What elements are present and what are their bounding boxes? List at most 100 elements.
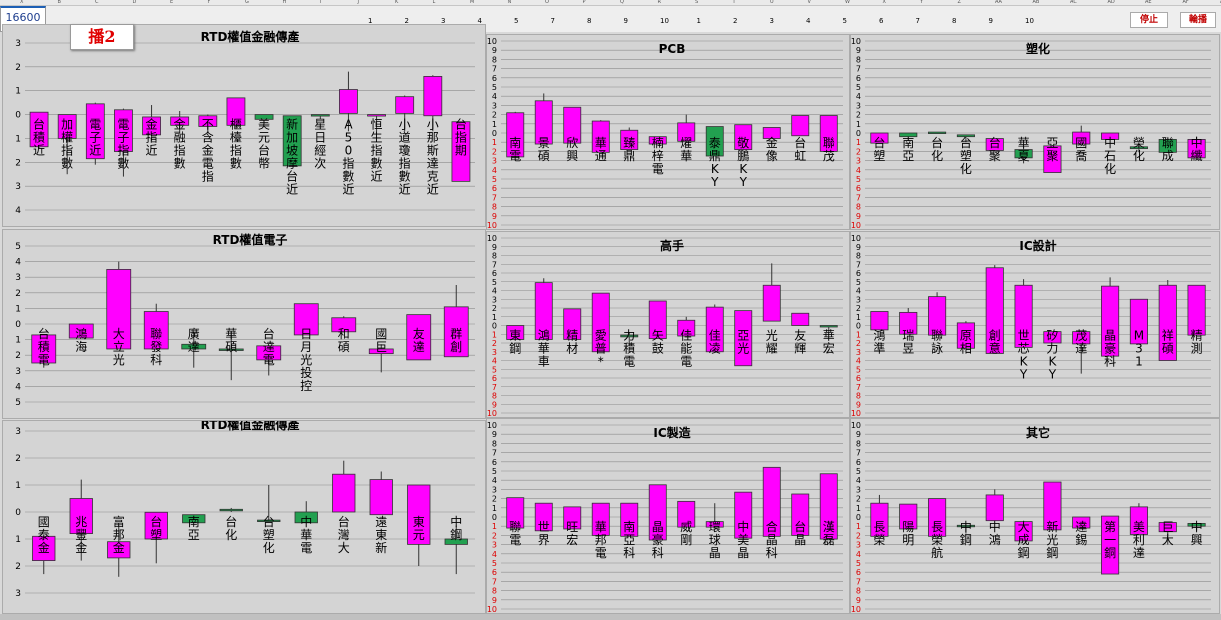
y-tick-label: 5 bbox=[492, 467, 497, 476]
stock-label: 日月光投控 bbox=[300, 327, 312, 393]
stock-label: 亞光 bbox=[737, 329, 749, 356]
y-tick-label: 3 bbox=[492, 348, 497, 357]
y-tick-label: 4 bbox=[492, 550, 497, 559]
column-letter[interactable]: R bbox=[658, 0, 661, 5]
column-letter[interactable]: O bbox=[545, 0, 549, 5]
column-letter[interactable]: N bbox=[508, 0, 512, 5]
stock-label: 兆豐金 bbox=[75, 515, 87, 555]
y-tick-label: 4 bbox=[856, 166, 861, 175]
column-letter[interactable]: I bbox=[320, 0, 321, 5]
stock-label: 祥碩 bbox=[1162, 329, 1174, 356]
stock-label: 合晶科 bbox=[766, 519, 778, 560]
rotate-button[interactable]: 輪播 bbox=[1180, 12, 1216, 28]
stock-label: 台積電 bbox=[38, 326, 50, 367]
column-letter[interactable]: X bbox=[20, 0, 23, 5]
y-tick-label: 1 bbox=[15, 304, 21, 314]
column-letter[interactable]: P bbox=[583, 0, 586, 5]
y-tick-label: 6 bbox=[856, 568, 861, 577]
y-tick-label: 7 bbox=[492, 449, 497, 458]
stock-label: 聯茂 bbox=[823, 136, 835, 163]
stock-label: 遠東新 bbox=[375, 515, 387, 555]
column-letter[interactable]: AF bbox=[1183, 0, 1189, 5]
play-button[interactable]: 播2 bbox=[70, 24, 134, 50]
y-tick-label: 1 bbox=[856, 522, 861, 531]
stock-label: 達錫 bbox=[1075, 520, 1087, 547]
toolbar-tick-number: 3 bbox=[769, 17, 774, 25]
column-letter[interactable]: G bbox=[245, 0, 249, 5]
column-letter[interactable]: AD bbox=[1108, 0, 1115, 5]
y-tick-label: 7 bbox=[856, 449, 861, 458]
y-tick-label: 6 bbox=[856, 374, 861, 383]
chart-title: IC設計 bbox=[1019, 238, 1056, 253]
y-tick-label: 1 bbox=[492, 313, 497, 322]
stock-label: 旺宏 bbox=[566, 520, 578, 547]
y-tick-label: 4 bbox=[856, 92, 861, 101]
column-letter[interactable]: T bbox=[733, 0, 736, 5]
y-tick-label: 1 bbox=[15, 535, 21, 545]
y-tick-label: 7 bbox=[856, 577, 861, 586]
stock-label: 華通 bbox=[595, 136, 607, 163]
toolbar-tick-number: 8 bbox=[587, 17, 592, 25]
column-letter[interactable]: AE bbox=[1145, 0, 1152, 5]
chart-panel-p2: 10 9 8 7 6 5 4 3 2 1 0 1 2 3 4 5 6 7 8 9 10 PCB 南電 景碩 欣興 華通 臻鼎 楠梓電燿… bbox=[486, 34, 850, 230]
y-tick-label: 3 bbox=[856, 348, 861, 357]
candlestick-chart-p2: 10987654321012345678910PCB南電景碩欣興華通臻鼎楠梓電燿… bbox=[487, 37, 843, 229]
y-tick-label: 2 bbox=[492, 531, 497, 540]
column-letter[interactable]: AC bbox=[1070, 0, 1077, 5]
column-letter[interactable]: Q bbox=[620, 0, 624, 5]
column-letter[interactable]: F bbox=[208, 0, 211, 5]
y-tick-label: 1 bbox=[15, 87, 21, 97]
column-letter[interactable]: AA bbox=[995, 0, 1002, 5]
stock-label: 國巨 bbox=[375, 327, 387, 354]
stop-button[interactable]: 停止 bbox=[1130, 12, 1168, 28]
column-letter[interactable]: J bbox=[358, 0, 359, 5]
column-letter[interactable]: B bbox=[58, 0, 61, 5]
y-tick-label: 2 bbox=[15, 158, 21, 168]
y-tick-label: 10 bbox=[487, 37, 497, 46]
y-tick-label: 4 bbox=[856, 287, 861, 296]
stock-label: 群創 bbox=[450, 327, 462, 354]
stock-label: 燿華 bbox=[680, 136, 692, 163]
stock-label: 小道瓊指數近 bbox=[399, 118, 411, 197]
y-tick-label: 7 bbox=[492, 577, 497, 586]
y-tick-label: 0 bbox=[856, 129, 861, 138]
y-tick-label: 9 bbox=[492, 400, 497, 409]
column-letter[interactable]: S bbox=[695, 0, 698, 5]
stock-label: 電子指數 bbox=[117, 118, 129, 171]
column-letter[interactable]: C bbox=[95, 0, 99, 5]
chart-panel-p3: 10 9 8 7 6 5 4 3 2 1 0 1 2 3 4 5 6 7 8 9 10 塑化 台塑 南亞 台化 台塑化 台聚 華夏 亞聚… bbox=[850, 34, 1220, 230]
column-letter[interactable]: Z bbox=[958, 0, 961, 5]
toolbar-tick-number: 7 bbox=[550, 17, 555, 25]
y-tick-label: 8 bbox=[856, 252, 861, 261]
column-letter[interactable]: D bbox=[133, 0, 137, 5]
column-letter[interactable]: H bbox=[283, 0, 287, 5]
y-tick-label: 9 bbox=[492, 243, 497, 252]
stock-label: 華邦電 bbox=[595, 520, 607, 560]
stock-label: 精測 bbox=[1191, 329, 1203, 356]
column-letter[interactable]: L bbox=[433, 0, 436, 5]
stock-label: 小那斯達克近 bbox=[427, 118, 439, 197]
column-letter[interactable]: X bbox=[883, 0, 886, 5]
candle-body bbox=[339, 89, 358, 114]
stock-label: 力積電 bbox=[623, 329, 635, 369]
y-tick-label: 2 bbox=[492, 339, 497, 348]
column-letter[interactable]: AB bbox=[1033, 0, 1040, 5]
chart-title: 其它 bbox=[1026, 425, 1050, 440]
y-tick-label: 10 bbox=[851, 234, 861, 243]
column-letter[interactable]: U bbox=[770, 0, 774, 5]
column-letter[interactable]: K bbox=[395, 0, 398, 5]
y-tick-label: 10 bbox=[487, 421, 497, 430]
column-letter[interactable]: Y bbox=[920, 0, 923, 5]
column-letter[interactable]: W bbox=[845, 0, 850, 5]
y-tick-label: 2 bbox=[856, 111, 861, 120]
stock-label: 櫃檯指數 bbox=[230, 118, 242, 171]
y-tick-label: 6 bbox=[856, 269, 861, 278]
candle-body bbox=[369, 479, 393, 516]
y-tick-label: 7 bbox=[492, 193, 497, 202]
column-letter[interactable]: M bbox=[470, 0, 474, 5]
stock-label: 第一銅 bbox=[1104, 520, 1116, 560]
column-letter[interactable]: V bbox=[808, 0, 811, 5]
stock-label: 華夏 bbox=[1018, 136, 1030, 163]
y-tick-label: 3 bbox=[856, 157, 861, 166]
column-letter[interactable]: E bbox=[170, 0, 173, 5]
